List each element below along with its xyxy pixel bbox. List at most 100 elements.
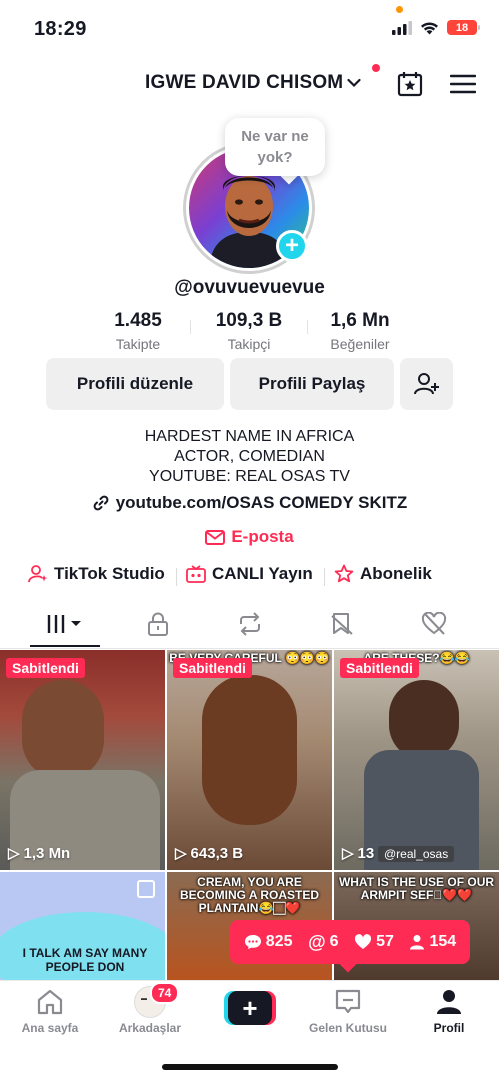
star-icon — [334, 564, 354, 583]
mention-tag: @real_osas — [378, 846, 455, 862]
activity-summary-popup[interactable]: 825 @ 6 57 154 — [230, 920, 470, 964]
nav-profile[interactable]: Profil — [399, 987, 499, 1035]
stat-value: 109,3 B — [215, 310, 283, 331]
stat-following[interactable]: 1.485 Takipte — [83, 310, 193, 352]
menu-icon — [450, 74, 476, 94]
wifi-icon — [421, 21, 438, 34]
stat-followers[interactable]: 109,3 B Takipçi — [194, 310, 304, 352]
privacy-indicator — [396, 6, 403, 13]
friends-badge: 74 — [150, 982, 180, 1004]
view-count: ▷ 13 — [342, 844, 375, 863]
stat-label: Takipçi — [227, 336, 271, 352]
studio-person-icon — [28, 565, 48, 583]
content-tabs — [0, 600, 499, 649]
envelope-icon — [205, 529, 226, 545]
play-icon: ▷ — [342, 845, 354, 862]
multi-photo-icon — [137, 880, 155, 898]
email-label: E-posta — [231, 527, 294, 546]
bubble-line-2: yok? — [257, 149, 293, 166]
nav-profile-label: Profil — [433, 1021, 465, 1035]
tab-liked[interactable] — [384, 600, 483, 648]
profile-name: IGWE DAVID CHISOM — [145, 72, 344, 93]
battery-level: 18 — [455, 21, 469, 34]
home-indicator — [162, 1064, 338, 1070]
followers-count: 154 — [409, 933, 456, 951]
repost-icon — [239, 612, 260, 636]
thumbnail-face — [389, 680, 459, 760]
battery-icon: 18 — [447, 20, 480, 35]
mentions-value: 6 — [329, 933, 339, 950]
tab-reposts[interactable] — [200, 600, 299, 648]
chevron-down-icon — [347, 78, 361, 88]
followers-value: 154 — [429, 933, 457, 950]
tiktok-studio-link[interactable]: TikTok Studio — [28, 564, 165, 584]
view-count: ▷ 1,3 Mn — [8, 844, 70, 863]
person-icon — [410, 935, 425, 950]
active-tab-indicator — [30, 645, 100, 647]
profile-icon — [437, 990, 461, 1014]
tab-private[interactable] — [108, 600, 207, 648]
video-caption: I TALK AM SAY MANY PEOPLE DON — [22, 946, 148, 974]
email-button[interactable]: E-posta — [0, 527, 499, 547]
mentions-count: @ 6 — [308, 932, 338, 953]
play-icon: ▷ — [8, 845, 20, 862]
stat-value: 1.485 — [114, 310, 162, 331]
username: @ovuvuevuevue — [174, 277, 325, 298]
view-count-value: 643,3 B — [190, 844, 244, 862]
nav-home-label: Ana sayfa — [21, 1021, 79, 1035]
nav-home[interactable]: Ana sayfa — [0, 987, 100, 1035]
subscription-label: Abonelik — [360, 564, 432, 583]
studio-label: TikTok Studio — [54, 564, 165, 583]
notification-dot — [372, 64, 380, 72]
divider — [190, 320, 191, 334]
likes-value: 57 — [376, 933, 394, 950]
pinned-badge: Sabitlendi — [6, 658, 85, 678]
inbox-icon — [335, 989, 361, 1014]
account-switcher[interactable]: IGWE DAVID CHISOM — [145, 72, 361, 94]
stat-likes[interactable]: 1,6 Mn Beğeniler — [305, 310, 415, 352]
share-profile-button[interactable]: Profili Paylaş — [230, 358, 394, 410]
bubble-line-1: Ne var ne — [241, 128, 309, 145]
nav-friends-label: Arkadaşlar — [118, 1021, 182, 1035]
add-friend-button[interactable] — [400, 358, 453, 410]
calendar-star-icon — [397, 72, 423, 97]
play-icon: ▷ — [175, 845, 187, 862]
video-grid-icon — [47, 615, 81, 633]
menu-button[interactable] — [449, 70, 477, 98]
at-icon: @ — [308, 931, 326, 952]
bio-line: ACTOR, COMEDIAN — [174, 448, 325, 465]
video-thumbnail[interactable]: Sabitlendi ▷ 1,3 Mn — [0, 650, 165, 870]
thumbnail-face — [22, 680, 104, 780]
tab-favorites[interactable] — [292, 600, 391, 648]
bio-link[interactable]: youtube.com/OSAS COMEDY SKITZ — [0, 493, 499, 513]
status-icons: 18 — [392, 20, 480, 35]
bio-line: YOUTUBE: REAL OSAS TV — [149, 468, 350, 485]
view-count: ▷ 643,3 B — [175, 844, 244, 863]
heart-hidden-icon — [421, 612, 446, 635]
view-count-value: 13 — [357, 844, 375, 862]
live-link[interactable]: CANLI Yayın — [186, 564, 313, 584]
plus-icon: + — [228, 991, 272, 1025]
live-tv-icon — [186, 565, 206, 583]
video-thumbnail[interactable]: ARE THESE?😂😂 Sabitlendi ▷13 @real_osas — [334, 650, 499, 870]
stat-label: Takipte — [115, 336, 161, 352]
video-thumbnail[interactable]: I TALK AM SAY MANY PEOPLE DON — [0, 872, 165, 980]
create-button[interactable]: + — [224, 991, 276, 1025]
stat-label: Beğeniler — [330, 336, 390, 352]
heart-icon — [355, 934, 372, 949]
status-time: 18:29 — [34, 18, 87, 40]
signal-icon — [392, 20, 412, 35]
comments-value: 825 — [265, 933, 293, 950]
status-bubble[interactable]: Ne var ne yok? — [225, 118, 325, 176]
video-thumbnail[interactable]: BE VERY CAREFUL 😳😳😳 Sabitlendi ▷643,3 B — [167, 650, 332, 870]
nav-inbox[interactable]: Gelen Kutusu — [298, 987, 398, 1035]
pinned-badge: Sabitlendi — [173, 658, 252, 678]
link-text: youtube.com/OSAS COMEDY SKITZ — [115, 493, 408, 512]
stat-value: 1,6 Mn — [330, 310, 390, 331]
divider — [176, 568, 177, 586]
edit-profile-button[interactable]: Profili düzenle — [46, 358, 224, 410]
creator-calendar-button[interactable] — [396, 70, 424, 98]
tab-videos[interactable] — [16, 600, 115, 648]
add-story-button[interactable]: + — [276, 230, 308, 262]
subscription-link[interactable]: Abonelik — [334, 564, 432, 584]
